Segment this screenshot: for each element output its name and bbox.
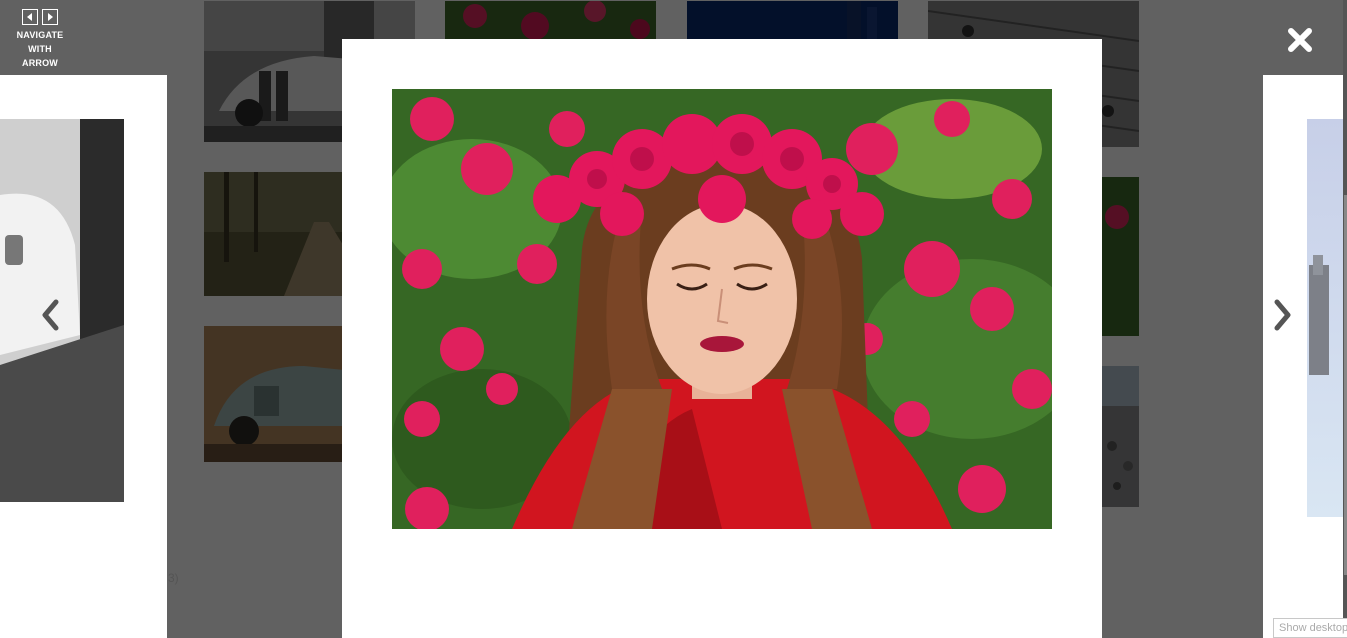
previous-image-card[interactable]	[0, 75, 167, 638]
keyboard-navigation-hint: NAVIGATE WITH ARROW KEYS	[12, 9, 68, 70]
navigation-hint-text: NAVIGATE WITH ARROW KEYS	[16, 30, 64, 68]
close-icon	[1288, 28, 1312, 52]
right-arrow-key-icon	[42, 9, 58, 25]
next-image-card[interactable]	[1263, 75, 1343, 638]
next-button[interactable]	[1268, 295, 1298, 335]
lightbox-main-card	[342, 39, 1102, 638]
show-desktop-button[interactable]: Show desktop	[1273, 618, 1347, 638]
lightbox-main-image	[392, 89, 1052, 529]
chevron-right-icon	[1274, 299, 1291, 331]
left-arrow-key-icon	[22, 9, 38, 25]
chevron-left-icon	[42, 299, 59, 331]
previous-button[interactable]	[35, 295, 65, 335]
close-button[interactable]	[1282, 22, 1318, 58]
